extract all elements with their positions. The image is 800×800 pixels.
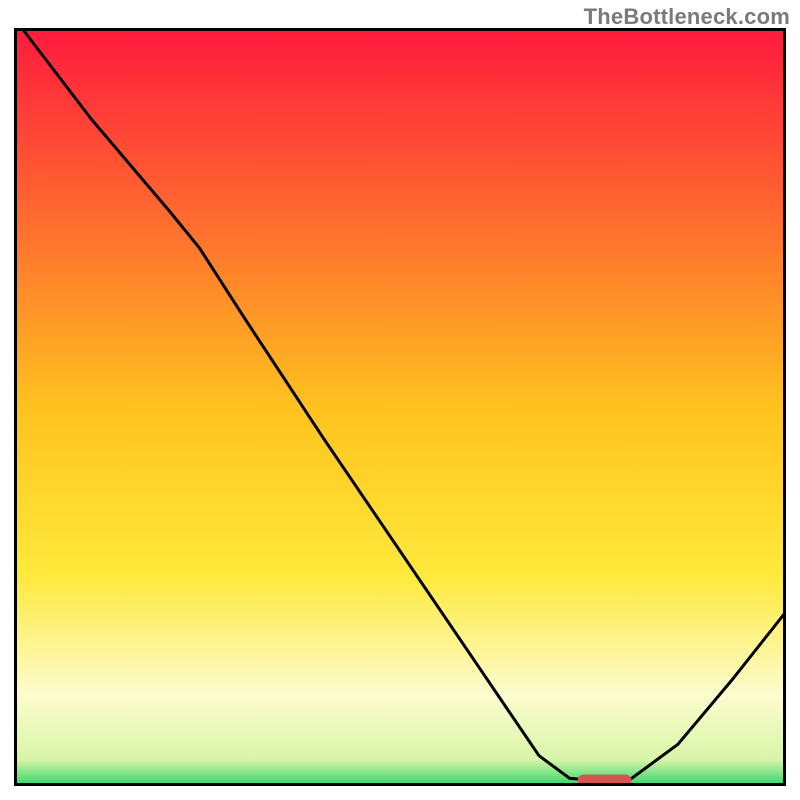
chart-container: TheBottleneck.com — [0, 0, 800, 800]
watermark-text: TheBottleneck.com — [584, 4, 790, 30]
plot-area — [14, 28, 786, 786]
chart-svg — [14, 28, 786, 786]
gradient-background — [14, 28, 786, 786]
